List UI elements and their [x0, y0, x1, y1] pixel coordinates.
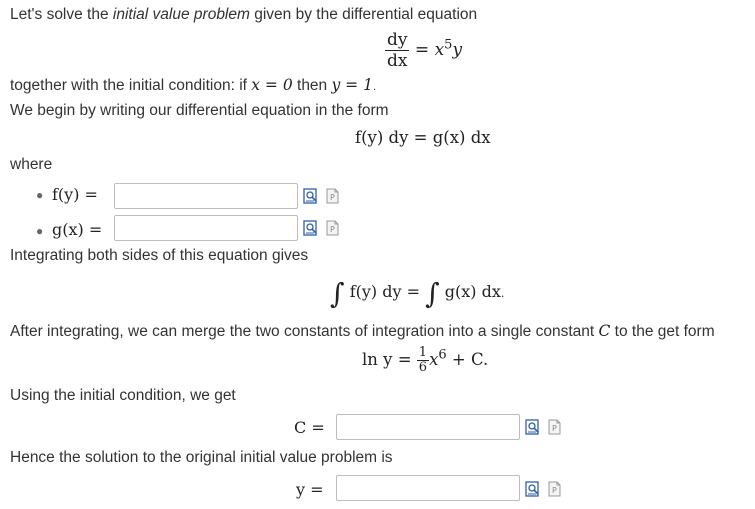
g-label: g(x) =: [52, 220, 103, 239]
svg-text:P: P: [552, 424, 557, 433]
f-field-icons: P: [303, 188, 341, 204]
using-text: Using the initial condition, we get: [10, 387, 236, 404]
help-document-icon[interactable]: P: [325, 188, 341, 204]
bullet: ●: [36, 188, 44, 202]
intro-text: Let's solve the initial value problem gi…: [10, 6, 478, 23]
preview-icon[interactable]: [525, 481, 541, 497]
ode-derivative: dy dx: [385, 30, 410, 71]
help-document-icon[interactable]: P: [325, 220, 341, 236]
ode-equation: dy dx = x5y: [385, 30, 463, 71]
help-document-icon[interactable]: P: [547, 419, 563, 435]
f-label: f(y) =: [52, 185, 98, 204]
where-label: where: [10, 156, 53, 173]
g-input[interactable]: [114, 215, 298, 241]
general-solution: ln y = 1 6 x6 + C.: [362, 345, 489, 375]
integral-sign: ∫: [330, 277, 345, 310]
c-field-icons: P: [525, 419, 563, 435]
bullet: ●: [36, 224, 44, 238]
intro-emphasis: initial value problem: [112, 6, 250, 23]
svg-text:P: P: [552, 486, 557, 495]
integrating-text: Integrating both sides of this equation …: [10, 247, 309, 264]
c-label: C =: [294, 418, 325, 437]
initial-condition-text: together with the initial condition: if …: [10, 76, 377, 94]
integral-sign: ∫: [425, 277, 440, 310]
f-input[interactable]: [114, 183, 298, 209]
svg-text:P: P: [330, 225, 335, 234]
merge-text: After integrating, we can merge the two …: [10, 322, 715, 340]
separable-formula: f(y) dy = g(x) dx: [355, 128, 491, 147]
c-input[interactable]: [336, 414, 520, 440]
preview-icon[interactable]: [303, 220, 319, 236]
help-document-icon[interactable]: P: [547, 481, 563, 497]
preview-icon[interactable]: [525, 419, 541, 435]
svg-text:P: P: [330, 193, 335, 202]
preview-icon[interactable]: [303, 188, 319, 204]
separable-text: We begin by writing our differential equ…: [10, 102, 389, 119]
y-field-icons: P: [525, 481, 563, 497]
integral-equation: ∫ f(y) dy = ∫ g(x) dx.: [330, 277, 505, 310]
g-field-icons: P: [303, 220, 341, 236]
hence-text: Hence the solution to the original initi…: [10, 449, 393, 466]
y-label: y =: [296, 480, 324, 499]
y-input[interactable]: [336, 475, 520, 501]
coefficient-fraction: 1 6: [416, 345, 430, 375]
